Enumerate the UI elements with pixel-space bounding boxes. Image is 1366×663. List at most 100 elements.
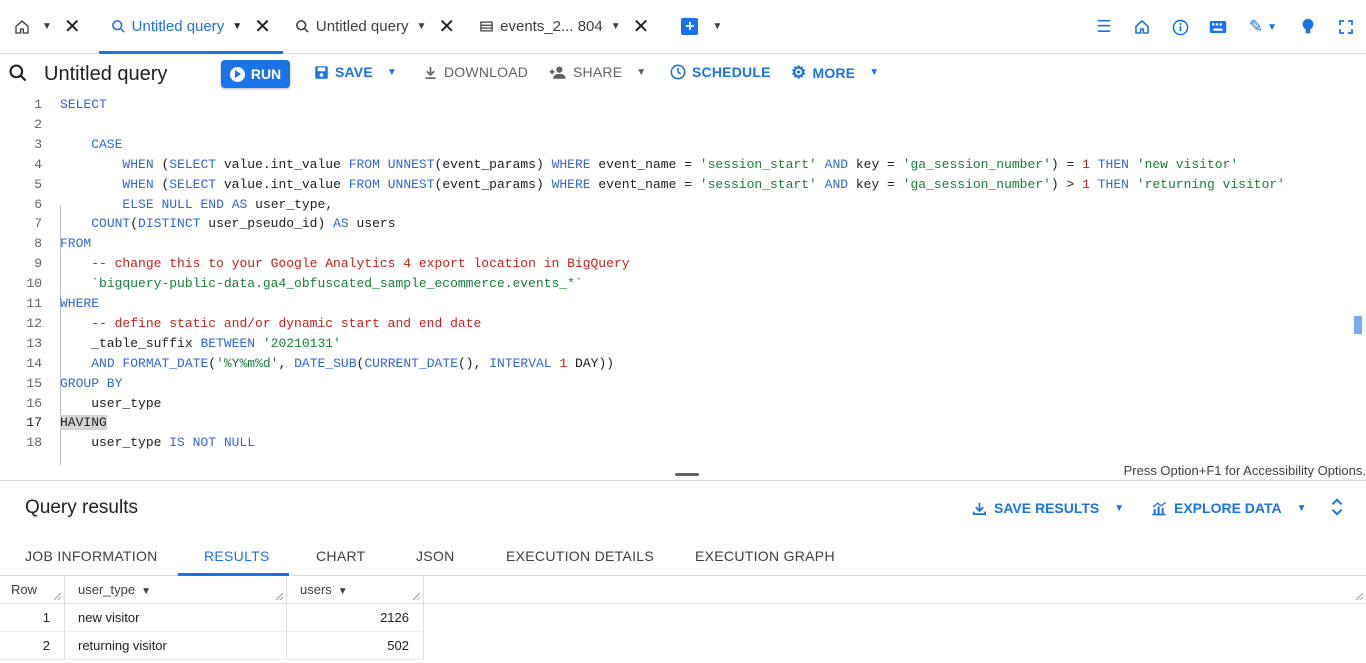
info-icon[interactable] xyxy=(1170,17,1190,37)
close-icon[interactable]: ✕ xyxy=(254,17,271,37)
chevron-down-icon[interactable]: ▼ xyxy=(416,21,426,32)
close-icon[interactable]: ✕ xyxy=(438,17,455,37)
panel-resize-handle[interactable] xyxy=(675,473,699,476)
schedule-button[interactable]: SCHEDULE xyxy=(670,64,771,80)
lightbulb-icon[interactable] xyxy=(1298,17,1318,37)
row-number-cell[interactable]: 1 xyxy=(0,604,65,632)
code-token: user_type, xyxy=(247,196,334,212)
query-title[interactable]: Untitled query xyxy=(44,63,167,86)
resize-handle-icon[interactable] xyxy=(54,593,61,600)
expand-collapse-icon[interactable] xyxy=(1330,498,1344,521)
code-line[interactable]: 12 -- define static and/or dynamic start… xyxy=(0,314,1350,334)
tab-untitled-query-1[interactable]: Untitled query ▼ ✕ xyxy=(98,0,284,54)
code-text: HAVING xyxy=(60,413,107,433)
line-number: 13 xyxy=(26,335,42,351)
code-line[interactable]: 6 ELSE NULL END AS user_type, xyxy=(0,195,1350,215)
code-text: user_type IS NOT NULL xyxy=(60,433,255,453)
code-line[interactable]: 7 COUNT(DISTINCT user_pseudo_id) AS user… xyxy=(0,214,1350,234)
chevron-down-icon[interactable]: ▼ xyxy=(338,586,348,597)
chevron-down-icon[interactable]: ▼ xyxy=(141,586,151,597)
code-line[interactable]: 17 HAVING xyxy=(0,413,1350,433)
code-line[interactable]: 8 FROM xyxy=(0,234,1350,254)
code-token: HAVING xyxy=(60,415,107,431)
sql-editor[interactable]: 1 SELECT 2 3 CASE 4 WHEN (SELECT value.int_v… xyxy=(0,95,1366,465)
resize-handle-icon[interactable] xyxy=(1356,593,1363,600)
code-text: _table_suffix BETWEEN '20210131' xyxy=(60,334,341,354)
keyboard-icon[interactable] xyxy=(1208,17,1228,37)
code-line[interactable]: 5 WHEN (SELECT value.int_value FROM UNNE… xyxy=(0,175,1350,195)
list-icon[interactable]: ☰ xyxy=(1094,17,1114,37)
line-number: 4 xyxy=(34,156,42,172)
code-line[interactable]: 16 user_type xyxy=(0,394,1350,414)
accessibility-hint: Press Option+F1 for Accessibility Option… xyxy=(1123,463,1366,478)
chevron-down-icon[interactable]: ▼ xyxy=(611,21,621,32)
code-line[interactable]: 14 AND FORMAT_DATE('%Y%m%d', DATE_SUB(CU… xyxy=(0,354,1350,374)
save-results-button[interactable]: SAVE RESULTS ▼ xyxy=(972,500,1124,516)
chevron-down-icon: ▼ xyxy=(1296,502,1307,514)
tab-events-table[interactable]: events_2... 804 ▼ ✕ xyxy=(467,0,661,53)
code-token: AS xyxy=(333,216,349,232)
user-type-cell[interactable]: returning visitor xyxy=(65,632,287,660)
resize-handle-icon[interactable] xyxy=(413,593,420,600)
home-icon[interactable] xyxy=(1132,17,1152,37)
code-token: user_pseudo_id) xyxy=(200,216,334,232)
users-cell[interactable]: 2126 xyxy=(287,604,424,632)
line-number: 15 xyxy=(26,375,42,391)
resize-handle-icon[interactable] xyxy=(276,593,283,600)
tab-untitled-query-2[interactable]: Untitled query ▼ ✕ xyxy=(283,0,467,53)
code-line[interactable]: 13 _table_suffix BETWEEN '20210131' xyxy=(0,334,1350,354)
column-header-row[interactable]: Row xyxy=(0,576,65,604)
code-token: FROM xyxy=(348,156,380,172)
tab-execution-graph[interactable]: EXECUTION GRAPH xyxy=(695,548,835,564)
code-token: BETWEEN xyxy=(200,335,256,351)
tab-results[interactable]: RESULTS xyxy=(204,548,270,564)
more-button[interactable]: ⚙ MORE ▼ xyxy=(791,64,879,81)
share-button[interactable]: SHARE ▼ xyxy=(549,64,646,80)
new-tab-button[interactable]: + ▼ xyxy=(661,0,734,53)
tab-job-information[interactable]: JOB INFORMATION xyxy=(25,548,158,564)
chevron-down-icon[interactable]: ▼ xyxy=(232,21,242,32)
close-icon[interactable]: ✕ xyxy=(64,17,81,37)
tab-execution-details[interactable]: EXECUTION DETAILS xyxy=(506,548,654,564)
save-button[interactable]: SAVE ▼ xyxy=(314,64,397,80)
chevron-down-icon[interactable]: ▼ xyxy=(42,21,52,32)
code-token: '20210131' xyxy=(262,335,341,351)
user-type-cell[interactable]: new visitor xyxy=(65,604,287,632)
code-token: THEN xyxy=(1097,176,1129,192)
query-icon xyxy=(296,20,309,33)
editor-scrollbar-marker[interactable] xyxy=(1354,316,1362,334)
code-line[interactable]: 3 CASE xyxy=(0,135,1350,155)
explore-data-button[interactable]: EXPLORE DATA ▼ xyxy=(1151,500,1307,516)
column-header-users[interactable]: users ▼ xyxy=(287,576,424,604)
fullscreen-icon[interactable] xyxy=(1336,17,1356,37)
tab-home[interactable]: ▼ ✕ xyxy=(0,0,91,53)
code-line[interactable]: 2 xyxy=(0,115,1350,135)
tab-json[interactable]: JSON xyxy=(416,548,455,564)
users-cell[interactable]: 502 xyxy=(287,632,424,660)
code-line[interactable]: 1 SELECT xyxy=(0,95,1350,115)
code-token: value.int_value xyxy=(216,176,349,192)
run-button[interactable]: RUN xyxy=(221,60,290,88)
close-icon[interactable]: ✕ xyxy=(633,17,650,37)
column-header-user-type[interactable]: user_type ▼ xyxy=(65,576,287,604)
code-text: GROUP BY xyxy=(60,374,122,394)
magic-wand-icon[interactable]: ✎ ▼ xyxy=(1246,17,1280,37)
code-token: ( xyxy=(208,355,217,371)
chevron-down-icon[interactable]: ▼ xyxy=(712,21,722,32)
code-line[interactable]: 15 GROUP BY xyxy=(0,374,1350,394)
row-number-cell[interactable]: 2 xyxy=(0,632,65,660)
code-line[interactable]: 18 user_type IS NOT NULL xyxy=(0,433,1350,453)
code-line[interactable]: 9 -- change this to your Google Analytic… xyxy=(0,254,1350,274)
code-line[interactable]: 10 `bigquery-public-data.ga4_obfuscated_… xyxy=(0,274,1350,294)
code-line[interactable]: 4 WHEN (SELECT value.int_value FROM UNNE… xyxy=(0,155,1350,175)
tab-chart[interactable]: CHART xyxy=(316,548,365,564)
download-button[interactable]: DOWNLOAD xyxy=(423,64,528,80)
tab-label: Untitled query xyxy=(131,18,225,35)
code-line[interactable]: 11 WHERE xyxy=(0,294,1350,314)
